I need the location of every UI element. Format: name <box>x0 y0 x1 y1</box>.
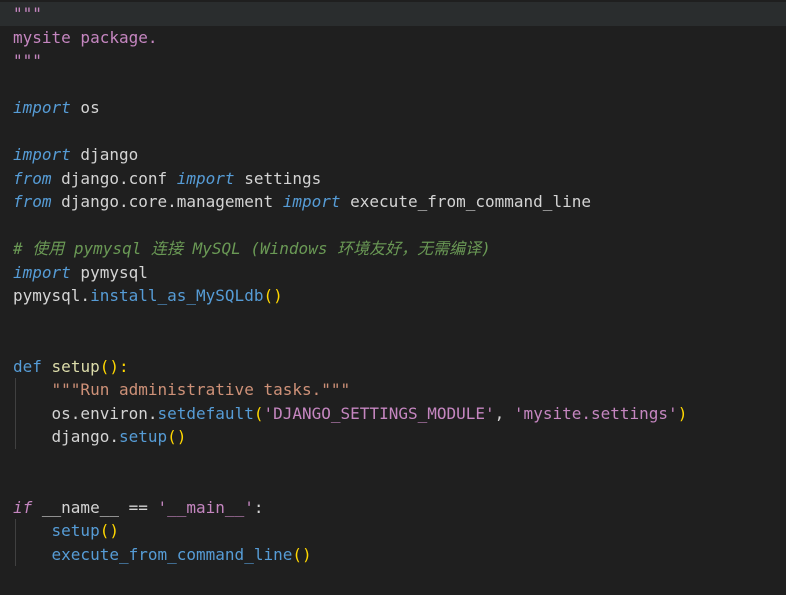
code-token: , <box>494 403 514 423</box>
code-token: os <box>70 98 100 117</box>
code-token: (): <box>99 356 129 376</box>
code-editor[interactable]: """ mysite package. """ import os import dja… <box>0 0 786 595</box>
code-token: setup <box>51 356 100 376</box>
code-token: execute_from_command_line <box>340 192 591 211</box>
code-token: () <box>292 544 312 564</box>
code-token: def <box>13 356 42 376</box>
code-token: mysite package. <box>13 27 158 47</box>
code-token: import <box>176 168 235 188</box>
code-token: from <box>13 192 52 211</box>
indent-guide <box>15 425 16 449</box>
code-token: from <box>13 168 52 188</box>
code-token: import <box>13 145 71 164</box>
code-line[interactable] <box>0 331 786 355</box>
code-token: pymysql. <box>13 286 91 305</box>
code-token: """ <box>13 4 42 23</box>
code-line[interactable]: setup() <box>0 519 786 543</box>
code-token: execute_from_command_line <box>51 544 293 564</box>
code-token: __name__ == <box>32 497 158 517</box>
code-line[interactable]: import pymysql <box>0 261 786 285</box>
code-token: 'mysite.settings' <box>513 403 678 423</box>
code-line[interactable]: os.environ.setdefault('DJANGO_SETTINGS_M… <box>0 401 786 425</box>
indent-guide <box>15 519 16 543</box>
code-line[interactable]: mysite package. <box>0 26 786 50</box>
code-token: django.conf <box>51 168 177 188</box>
code-line[interactable]: execute_from_command_line() <box>0 542 786 566</box>
code-token: install_as_MySQLdb <box>90 286 264 305</box>
code-token: settings <box>234 168 322 188</box>
code-line[interactable]: """ <box>0 2 786 26</box>
code-line[interactable] <box>0 214 786 238</box>
code-line[interactable]: from django.conf import settings <box>0 167 786 191</box>
indent-guide <box>15 401 16 425</box>
code-token: django. <box>13 427 119 446</box>
code-token: django <box>70 145 139 164</box>
code-token: if <box>13 497 33 517</box>
code-line[interactable]: """ <box>0 49 786 73</box>
code-token: pymysql <box>70 262 148 282</box>
code-line[interactable]: import os <box>0 96 786 120</box>
code-line[interactable]: # 使用 pymysql 连接 MySQL (Windows 环境友好，无需编译… <box>0 237 786 261</box>
code-token: import <box>13 262 71 282</box>
code-token: ) <box>677 403 688 423</box>
indent-guide <box>15 542 16 566</box>
code-line[interactable]: if __name__ == '__main__': <box>0 496 786 520</box>
code-line[interactable]: import django <box>0 143 786 167</box>
code-token: django.core.management <box>51 192 283 211</box>
code-line[interactable]: django.setup() <box>0 425 786 449</box>
indent-guide <box>15 378 16 402</box>
code-line[interactable]: pymysql.install_as_MySQLdb() <box>0 284 786 308</box>
code-token: setup <box>51 521 100 540</box>
code-token: """Run administrative tasks.""" <box>51 380 351 399</box>
code-line[interactable] <box>0 472 786 496</box>
code-token: () <box>263 286 283 305</box>
code-token: setdefault <box>157 403 254 423</box>
code-token: setup <box>118 427 168 446</box>
code-token: 'DJANGO_SETTINGS_MODULE' <box>263 403 495 423</box>
code-token: : <box>253 497 264 517</box>
code-token: """ <box>13 51 42 70</box>
code-line[interactable] <box>0 120 786 144</box>
code-line[interactable]: def setup(): <box>0 355 786 379</box>
code-token: # 使用 pymysql 连接 MySQL (Windows 环境友好，无需编译… <box>13 239 491 258</box>
code-token: os.environ. <box>13 403 158 423</box>
code-token: () <box>99 521 119 540</box>
code-line[interactable]: from django.core.management import execu… <box>0 190 786 214</box>
code-token: '__main__' <box>157 497 254 517</box>
code-line[interactable] <box>0 308 786 332</box>
code-token: import <box>282 192 341 211</box>
code-token: import <box>13 98 71 117</box>
code-line[interactable] <box>0 73 786 97</box>
code-line[interactable] <box>0 449 786 473</box>
code-line[interactable]: """Run administrative tasks.""" <box>0 378 786 402</box>
code-token: () <box>167 427 187 446</box>
